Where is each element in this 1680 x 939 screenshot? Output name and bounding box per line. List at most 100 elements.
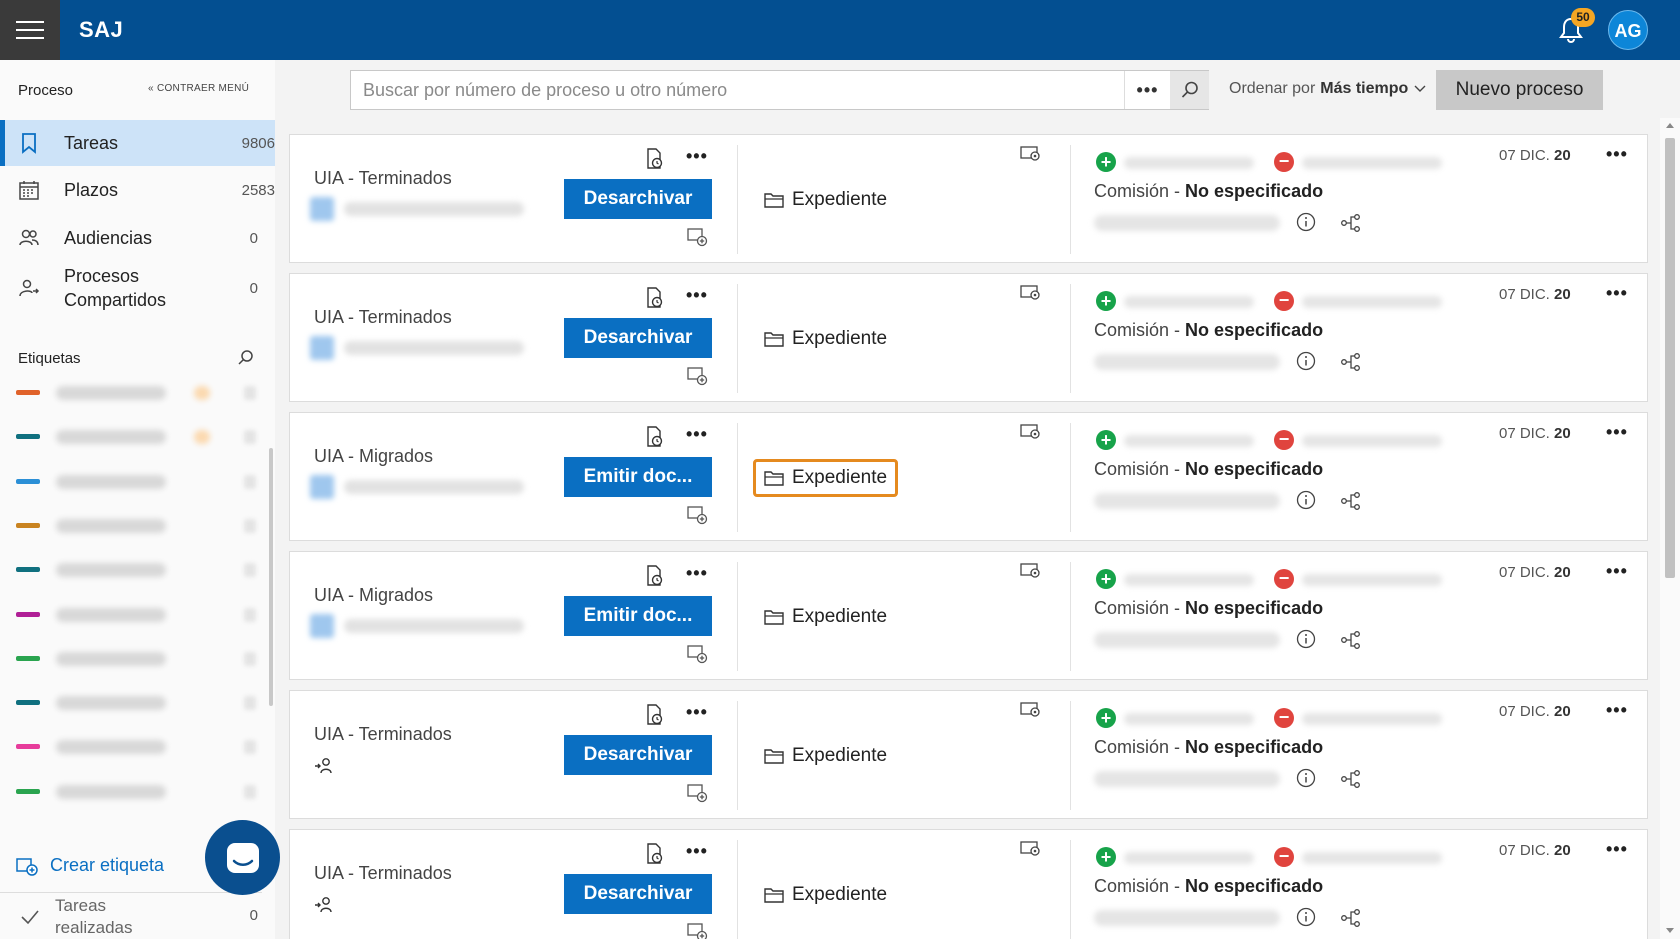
add-party-icon[interactable]: + bbox=[1096, 291, 1116, 311]
info-icon[interactable] bbox=[1296, 629, 1316, 649]
assign-user-icon[interactable] bbox=[314, 896, 334, 914]
expediente-link[interactable]: Expediente bbox=[753, 181, 898, 219]
add-party-icon[interactable]: + bbox=[1096, 847, 1116, 867]
new-process-button[interactable]: Nuevo proceso bbox=[1436, 70, 1603, 110]
add-task-icon[interactable] bbox=[687, 227, 709, 247]
add-task-icon[interactable] bbox=[687, 644, 709, 664]
share-icon[interactable] bbox=[1340, 908, 1362, 928]
sidebar-item-tareas-realizadas[interactable]: Tareas realizadas 0 bbox=[0, 895, 275, 939]
remove-party-icon[interactable]: − bbox=[1274, 430, 1294, 450]
add-party-icon[interactable]: + bbox=[1096, 152, 1116, 172]
card-actions-menu[interactable]: ••• bbox=[686, 425, 708, 443]
share-icon[interactable] bbox=[1340, 769, 1362, 789]
document-clock-icon[interactable] bbox=[645, 287, 665, 309]
avatar[interactable]: AG bbox=[1608, 10, 1648, 50]
remove-party-icon[interactable]: − bbox=[1274, 847, 1294, 867]
primary-action-button[interactable]: Desarchivar bbox=[564, 318, 712, 358]
share-icon[interactable] bbox=[1340, 630, 1362, 650]
tag-item[interactable] bbox=[16, 560, 256, 580]
primary-action-button[interactable]: Emitir doc... bbox=[564, 457, 712, 497]
add-task-icon[interactable] bbox=[687, 505, 709, 525]
sidebar-scrollbar[interactable] bbox=[269, 448, 273, 706]
info-icon[interactable] bbox=[1296, 907, 1316, 927]
primary-action-button[interactable]: Emitir doc... bbox=[564, 596, 712, 636]
primary-action-button[interactable]: Desarchivar bbox=[564, 735, 712, 775]
card-actions-menu[interactable]: ••• bbox=[686, 286, 708, 304]
info-icon[interactable] bbox=[1296, 490, 1316, 510]
expediente-link[interactable]: Expediente bbox=[753, 598, 898, 636]
document-clock-icon[interactable] bbox=[645, 565, 665, 587]
info-icon[interactable] bbox=[1296, 212, 1316, 232]
task-settings-icon[interactable] bbox=[1020, 562, 1042, 580]
tag-item[interactable] bbox=[16, 472, 256, 492]
task-settings-icon[interactable] bbox=[1020, 284, 1042, 302]
document-clock-icon[interactable] bbox=[645, 843, 665, 865]
add-party-icon[interactable]: + bbox=[1096, 569, 1116, 589]
chat-button[interactable] bbox=[205, 820, 280, 895]
expediente-link[interactable]: Expediente bbox=[753, 320, 898, 358]
process-card[interactable]: UIA - Terminados ••• Desarchivar Expedie… bbox=[289, 273, 1648, 402]
expediente-link[interactable]: Expediente bbox=[753, 876, 898, 914]
card-more-menu[interactable]: ••• bbox=[1606, 423, 1628, 441]
process-card[interactable]: UIA - Terminados ••• Desarchivar Expedie… bbox=[289, 829, 1648, 939]
add-party-icon[interactable]: + bbox=[1096, 430, 1116, 450]
sort-dropdown[interactable]: Ordenar por Más tiempo bbox=[1229, 80, 1427, 98]
primary-action-button[interactable]: Desarchivar bbox=[564, 179, 712, 219]
create-tag-button[interactable]: Crear etiqueta bbox=[16, 855, 164, 876]
remove-party-icon[interactable]: − bbox=[1274, 708, 1294, 728]
task-settings-icon[interactable] bbox=[1020, 701, 1042, 719]
add-task-icon[interactable] bbox=[687, 366, 709, 386]
document-clock-icon[interactable] bbox=[645, 148, 665, 170]
process-card[interactable]: UIA - Terminados ••• Desarchivar Expedie… bbox=[289, 134, 1648, 263]
add-party-icon[interactable]: + bbox=[1096, 708, 1116, 728]
sidebar-item-procesos-compartidos[interactable]: Procesos Compartidos 0 bbox=[0, 260, 275, 316]
search-options-button[interactable]: ••• bbox=[1124, 71, 1170, 109]
card-actions-menu[interactable]: ••• bbox=[686, 564, 708, 582]
task-settings-icon[interactable] bbox=[1020, 840, 1042, 858]
share-icon[interactable] bbox=[1340, 213, 1362, 233]
expediente-link[interactable]: Expediente bbox=[753, 737, 898, 775]
document-clock-icon[interactable] bbox=[645, 426, 665, 448]
tag-item[interactable] bbox=[16, 383, 256, 403]
tag-item[interactable] bbox=[16, 782, 256, 802]
scrollbar-thumb[interactable] bbox=[1665, 138, 1675, 578]
card-more-menu[interactable]: ••• bbox=[1606, 701, 1628, 719]
card-more-menu[interactable]: ••• bbox=[1606, 562, 1628, 580]
card-more-menu[interactable]: ••• bbox=[1606, 840, 1628, 858]
card-actions-menu[interactable]: ••• bbox=[686, 147, 708, 165]
process-card[interactable]: UIA - Migrados ••• Emitir doc... Expedie… bbox=[289, 412, 1648, 541]
tag-item[interactable] bbox=[16, 649, 256, 669]
primary-action-button[interactable]: Desarchivar bbox=[564, 874, 712, 914]
sidebar-item-plazos[interactable]: Plazos 2583 bbox=[0, 167, 275, 213]
tag-item[interactable] bbox=[16, 737, 256, 757]
tag-item[interactable] bbox=[16, 427, 256, 447]
tag-item[interactable] bbox=[16, 605, 256, 625]
scroll-up-arrow[interactable] bbox=[1666, 123, 1674, 128]
remove-party-icon[interactable]: − bbox=[1274, 152, 1294, 172]
tag-item[interactable] bbox=[16, 516, 256, 536]
sidebar-item-tareas[interactable]: Tareas 9806 bbox=[0, 120, 275, 166]
card-actions-menu[interactable]: ••• bbox=[686, 703, 708, 721]
add-task-icon[interactable] bbox=[687, 783, 709, 803]
tag-item[interactable] bbox=[16, 693, 256, 713]
document-clock-icon[interactable] bbox=[645, 704, 665, 726]
task-settings-icon[interactable] bbox=[1020, 423, 1042, 441]
add-task-icon[interactable] bbox=[687, 922, 709, 939]
remove-party-icon[interactable]: − bbox=[1274, 569, 1294, 589]
task-settings-icon[interactable] bbox=[1020, 145, 1042, 163]
process-card[interactable]: UIA - Terminados ••• Desarchivar Expedie… bbox=[289, 690, 1648, 819]
card-more-menu[interactable]: ••• bbox=[1606, 145, 1628, 163]
share-icon[interactable] bbox=[1340, 352, 1362, 372]
remove-party-icon[interactable]: − bbox=[1274, 291, 1294, 311]
collapse-menu-button[interactable]: « CONTRAER MENÚ bbox=[148, 83, 249, 94]
process-card[interactable]: UIA - Migrados ••• Emitir doc... Expedie… bbox=[289, 551, 1648, 680]
assign-user-icon[interactable] bbox=[314, 757, 334, 775]
expediente-link[interactable]: Expediente bbox=[753, 459, 899, 497]
search-icon[interactable] bbox=[237, 349, 255, 367]
search-button[interactable] bbox=[1170, 71, 1209, 109]
info-icon[interactable] bbox=[1296, 768, 1316, 788]
sidebar-item-audiencias[interactable]: Audiencias 0 bbox=[0, 215, 275, 261]
card-more-menu[interactable]: ••• bbox=[1606, 284, 1628, 302]
main-scrollbar[interactable] bbox=[1660, 118, 1680, 939]
search-input[interactable] bbox=[363, 79, 1123, 101]
